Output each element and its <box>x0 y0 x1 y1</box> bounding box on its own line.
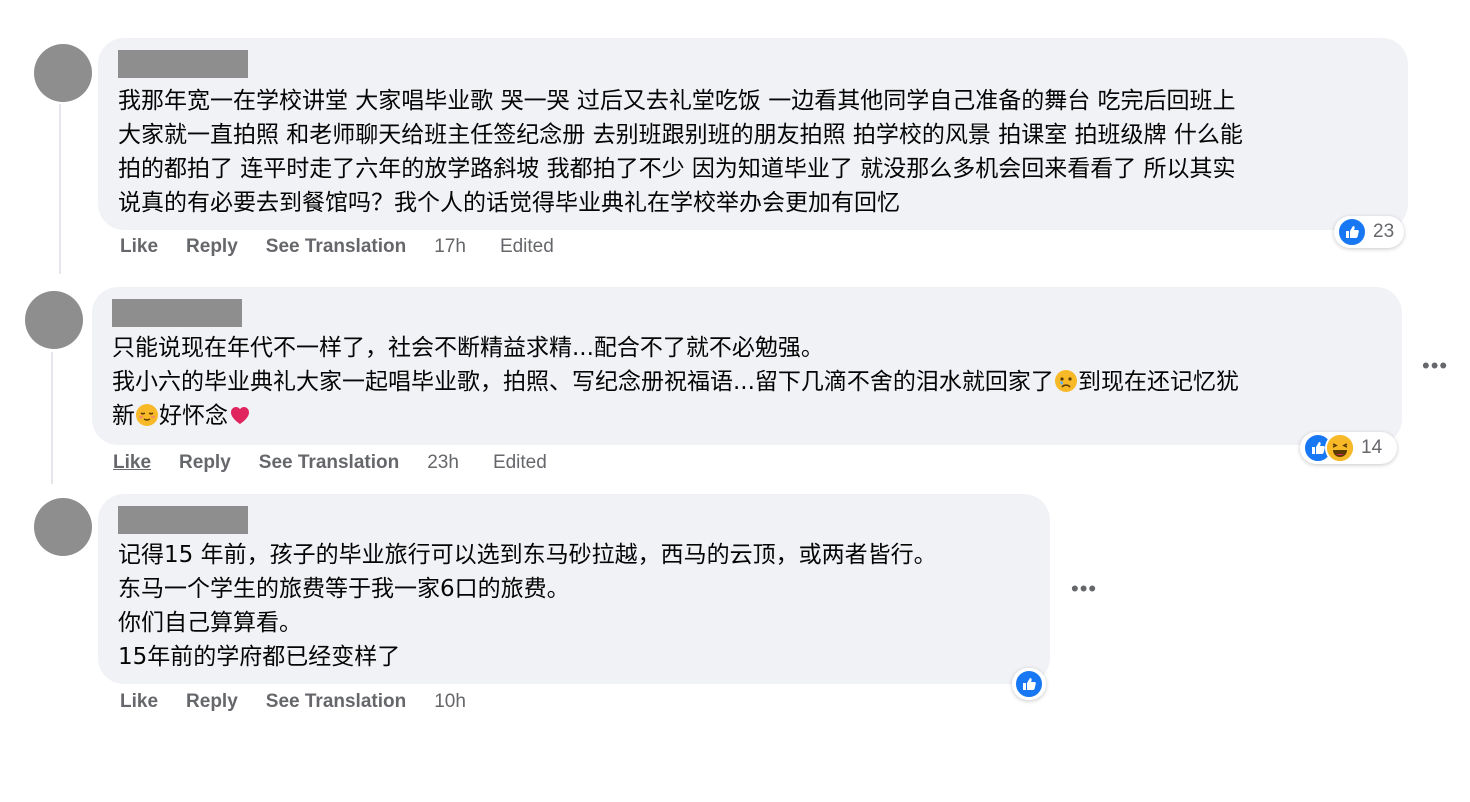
crying-face-emoji-icon <box>1054 370 1077 392</box>
relieved-face-emoji-icon <box>136 404 158 426</box>
comment-bubble: 只能说现在年代不一样了，社会不断精益求精...配合不了就不必勉强。 我小六的毕业… <box>92 287 1402 445</box>
reaction-count: 14 <box>1361 437 1383 458</box>
comment-text-line: 大家就一直拍照 和老师聊天给班主任签纪念册 去别班跟别班的朋友拍照 拍学校的风景… <box>118 122 1243 148</box>
reply-button[interactable]: Reply <box>186 236 238 258</box>
more-options-button[interactable]: ••• <box>1071 578 1097 600</box>
comment-text-line: 你们自己算算看。 <box>118 610 302 636</box>
comment-text: 到现在还记忆犹 <box>1077 369 1239 395</box>
comment-text-line: 记得15 年前，孩子的毕业旅行可以选到东马砂拉越，西马的云顶，或两者皆行。 <box>118 542 937 568</box>
comment-actions: Like Reply See Translation 17h Edited <box>120 236 588 258</box>
comment-text-line: 15年前的学府都已经变样了 <box>118 644 401 670</box>
thread-line <box>51 352 53 484</box>
comment-actions: Like Reply See Translation 23h Edited <box>113 452 581 474</box>
reaction-count: 23 <box>1373 221 1395 242</box>
comment-actions: Like Reply See Translation 10h <box>120 691 500 713</box>
comment-text: 新 <box>112 403 135 429</box>
reaction-summary[interactable]: 14 <box>1300 432 1397 464</box>
like-reaction-icon <box>1337 217 1367 247</box>
author-name-redacted[interactable] <box>118 506 248 534</box>
see-translation-button[interactable]: See Translation <box>266 691 406 713</box>
like-button[interactable]: Like <box>120 236 158 258</box>
like-button[interactable]: Like <box>120 691 158 713</box>
thread-line <box>59 104 61 274</box>
comment-text-line: 新好怀念 <box>112 399 1382 433</box>
timestamp[interactable]: 23h <box>427 452 459 474</box>
like-reaction-icon <box>1014 669 1044 699</box>
avatar[interactable] <box>34 498 92 556</box>
more-options-button[interactable]: ••• <box>1422 355 1448 377</box>
avatar[interactable] <box>34 44 92 102</box>
like-button[interactable]: Like <box>113 452 151 474</box>
comment-text-line: 说真的有必要去到餐馆吗？我个人的话觉得毕业典礼在学校举办会更加有回忆 <box>118 190 900 216</box>
edited-label: Edited <box>499 236 554 257</box>
comment-bubble: 我那年宽一在学校讲堂 大家唱毕业歌 哭一哭 过后又去礼堂吃饭 一边看其他同学自己… <box>98 38 1408 230</box>
timestamp[interactable]: 10h <box>434 691 466 713</box>
comment-text: 我小六的毕业典礼大家一起唱毕业歌，拍照、写纪念册祝福语...留下几滴不舍的泪水就… <box>112 369 1054 395</box>
haha-reaction-icon <box>1325 433 1355 463</box>
author-name-redacted[interactable] <box>112 299 242 327</box>
reaction-summary[interactable]: 23 <box>1334 216 1404 248</box>
comment-bubble: 记得15 年前，孩子的毕业旅行可以选到东马砂拉越，西马的云顶，或两者皆行。 东马… <box>98 494 1050 684</box>
reaction-summary[interactable] <box>1012 668 1046 700</box>
comment-text-line: 我那年宽一在学校讲堂 大家唱毕业歌 哭一哭 过后又去礼堂吃饭 一边看其他同学自己… <box>118 88 1236 114</box>
comment-text-line: 只能说现在年代不一样了，社会不断精益求精...配合不了就不必勉强。 <box>112 335 824 361</box>
comment-text: 好怀念 <box>159 403 228 429</box>
edited-label: Edited <box>492 452 547 473</box>
comment-text-line: 我小六的毕业典礼大家一起唱毕业歌，拍照、写纪念册祝福语...留下几滴不舍的泪水就… <box>112 365 1382 399</box>
avatar[interactable] <box>25 291 83 349</box>
red-heart-emoji-icon <box>231 407 249 424</box>
timestamp[interactable]: 17h <box>434 236 466 258</box>
author-name-redacted[interactable] <box>118 50 248 78</box>
see-translation-button[interactable]: See Translation <box>266 236 406 258</box>
comment-text-line: 拍的都拍了 连平时走了六年的放学路斜坡 我都拍了不少 因为知道毕业了 就没那么多… <box>118 156 1236 182</box>
reply-button[interactable]: Reply <box>186 691 238 713</box>
reply-button[interactable]: Reply <box>179 452 231 474</box>
see-translation-button[interactable]: See Translation <box>259 452 399 474</box>
comment-text-line: 东马一个学生的旅费等于我一家6口的旅费。 <box>118 576 570 602</box>
